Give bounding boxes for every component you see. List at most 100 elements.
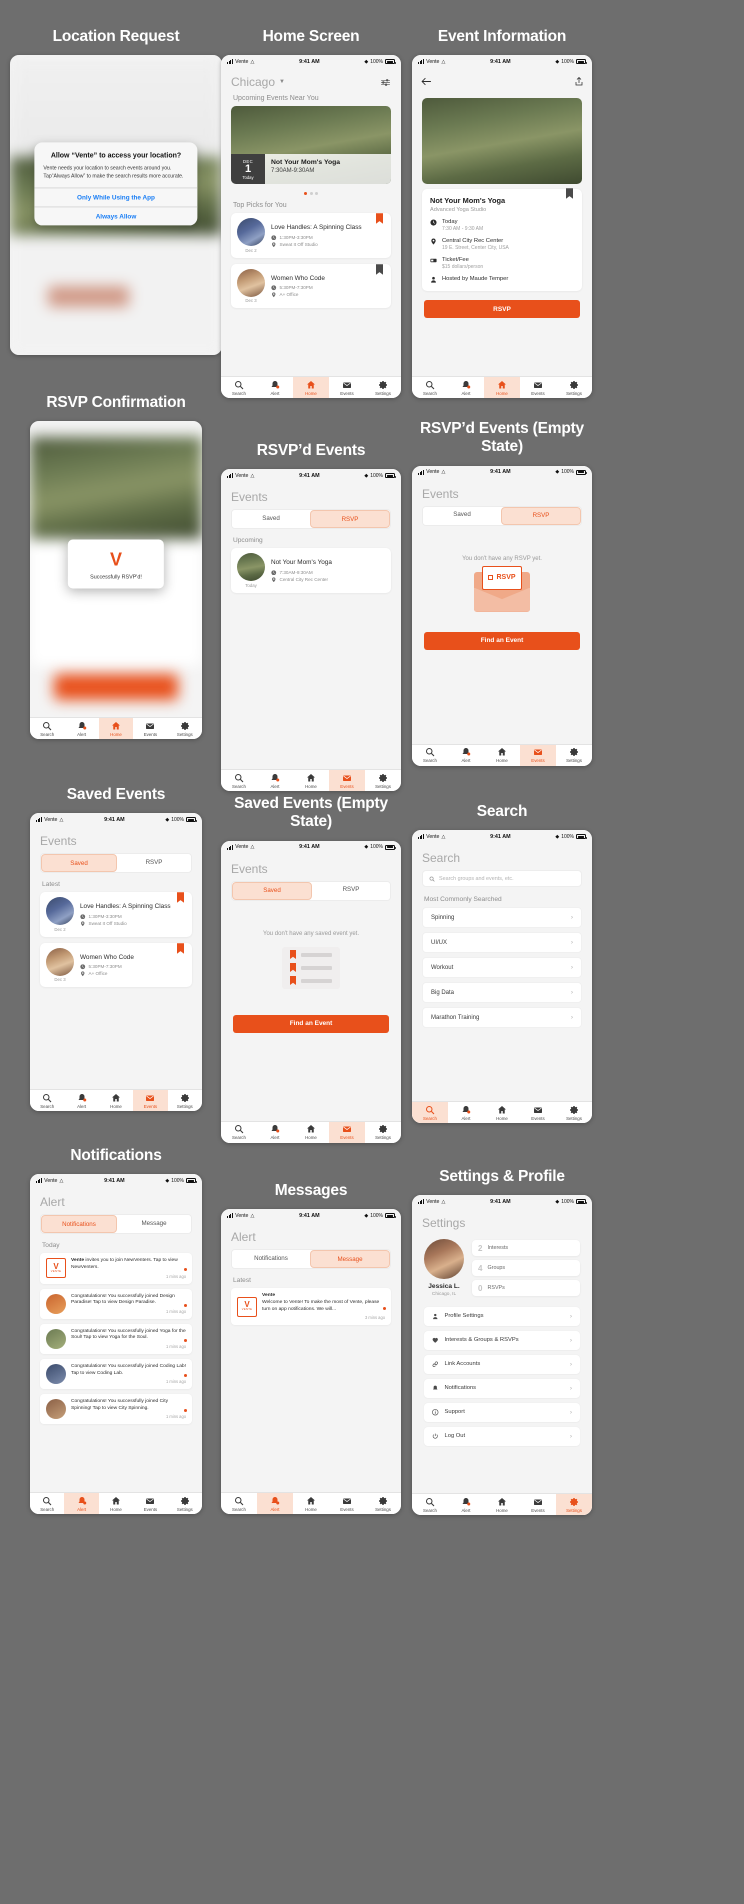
rsvpd-event-card[interactable]: Today Not Your Mom's Yoga 7:30AM-9:30AM …: [231, 548, 391, 593]
tab-search[interactable]: Search: [30, 718, 64, 739]
search-suggestion-uiux[interactable]: UI/UX ›: [422, 932, 582, 954]
tab-events[interactable]: Events: [520, 1494, 556, 1515]
notification-item[interactable]: Congratulations! You successfully joined…: [40, 1358, 192, 1390]
search-input[interactable]: Search groups and events, etc.: [422, 870, 582, 888]
tab-search[interactable]: Search: [30, 1090, 64, 1111]
settings-row-interests[interactable]: Interests & Groups & RSVPs ›: [424, 1330, 580, 1350]
segment-saved[interactable]: Saved: [41, 854, 117, 873]
saved-event-card-women-who-code[interactable]: Dec 3 Women Who Code 5:30PM-7:30PM A+ Of…: [40, 942, 192, 988]
tab-events[interactable]: Events: [329, 1493, 365, 1514]
segment-rsvp[interactable]: RSVP: [501, 506, 581, 525]
tab-settings[interactable]: Settings: [168, 1090, 202, 1111]
settings-row-profile[interactable]: Profile Settings ›: [424, 1306, 580, 1326]
search-suggestion-marathon[interactable]: Marathon Training ›: [422, 1007, 582, 1029]
tab-home[interactable]: Home: [99, 1493, 133, 1514]
tab-events[interactable]: Events: [133, 1493, 167, 1514]
tab-settings[interactable]: Settings: [365, 1122, 401, 1143]
events-segmented-control[interactable]: Saved RSVP: [231, 880, 391, 901]
segment-notifications[interactable]: Notifications: [41, 1215, 117, 1234]
tab-events[interactable]: Events: [520, 744, 556, 766]
tab-home[interactable]: Home: [98, 718, 134, 740]
bottom-tab-bar[interactable]: Search Alert Home Events Settings: [30, 1492, 202, 1515]
event-card-love-handles[interactable]: Dec 2 Love Handles: A Spinning Class 1:3…: [231, 213, 391, 258]
bookmark-icon[interactable]: [177, 943, 184, 954]
tab-search[interactable]: Search: [412, 1494, 448, 1515]
tab-search[interactable]: Search: [412, 745, 448, 766]
tab-settings[interactable]: Settings: [365, 1493, 401, 1514]
bookmark-icon[interactable]: [177, 892, 184, 904]
tab-home[interactable]: Home: [293, 770, 329, 791]
tab-settings[interactable]: Settings: [365, 377, 401, 398]
notification-item[interactable]: Congratulations! You successfully joined…: [40, 1323, 192, 1354]
tab-home[interactable]: Home: [293, 377, 329, 399]
bottom-tab-bar[interactable]: Search Alert Home Events Settings: [221, 376, 401, 399]
events-segmented-control[interactable]: Saved RSVP: [422, 505, 582, 526]
tab-alert[interactable]: Alert: [448, 745, 484, 766]
segment-rsvp[interactable]: RSVP: [310, 510, 390, 529]
tab-events[interactable]: Events: [133, 718, 167, 739]
tab-search[interactable]: Search: [412, 1102, 448, 1124]
message-item[interactable]: V VENTE Vente Welcome to Vente! To make t…: [231, 1288, 391, 1326]
bottom-tab-bar[interactable]: Search Alert Home Events Settings: [221, 1492, 401, 1515]
stat-groups[interactable]: 4 Groups: [472, 1260, 580, 1277]
tab-alert[interactable]: Alert: [448, 377, 484, 398]
segment-rsvp[interactable]: RSVP: [312, 881, 390, 900]
search-suggestion-workout[interactable]: Workout ›: [422, 957, 582, 979]
bottom-tab-bar[interactable]: Search Alert Home Events Settings: [412, 1493, 592, 1516]
tab-settings[interactable]: Settings: [365, 770, 401, 791]
alert-segmented-control[interactable]: Notifications Message: [40, 1214, 192, 1235]
tab-home[interactable]: Home: [293, 1493, 329, 1514]
event-card-women-who-code[interactable]: Dec 3 Women Who Code 5:30PM-7:30PM A+ Of…: [231, 263, 391, 309]
carousel-dots[interactable]: [221, 188, 401, 202]
segment-saved[interactable]: Saved: [232, 881, 312, 900]
tab-home[interactable]: Home: [484, 745, 520, 766]
tab-home[interactable]: Home: [484, 1102, 520, 1123]
always-allow-button[interactable]: Always Allow: [34, 206, 198, 226]
search-suggestion-spinning[interactable]: Spinning ›: [422, 907, 582, 929]
avatar[interactable]: [424, 1239, 464, 1280]
tab-search[interactable]: Search: [221, 1122, 257, 1143]
hero-event-card[interactable]: DEC 1 Today Not Your Mom's Yoga 7:30AM-9…: [231, 106, 391, 185]
segment-saved[interactable]: Saved: [423, 506, 501, 525]
settings-row-link-accounts[interactable]: Link Accounts ›: [424, 1354, 580, 1374]
settings-row-support[interactable]: Support ›: [424, 1402, 580, 1422]
filter-icon[interactable]: [380, 77, 391, 88]
bottom-tab-bar[interactable]: Search Alert Home Events Settings: [221, 1120, 401, 1143]
tab-events[interactable]: Events: [520, 377, 556, 398]
share-icon[interactable]: [575, 73, 583, 91]
tab-home[interactable]: Home: [99, 1090, 133, 1111]
tab-events[interactable]: Events: [329, 1121, 365, 1143]
tab-alert[interactable]: Alert: [64, 718, 98, 739]
tab-settings[interactable]: Settings: [556, 745, 592, 766]
back-icon[interactable]: [421, 73, 432, 91]
tab-settings[interactable]: Settings: [168, 1493, 202, 1514]
tab-search[interactable]: Search: [221, 1493, 257, 1514]
city-selector[interactable]: Chicago ▼: [221, 68, 401, 95]
tab-settings[interactable]: Settings: [556, 1494, 592, 1516]
tab-search[interactable]: Search: [221, 770, 257, 791]
stat-rsvps[interactable]: 0 RSVPs: [472, 1280, 580, 1297]
tab-alert[interactable]: Alert: [257, 1493, 293, 1515]
segment-message[interactable]: Message: [117, 1215, 191, 1234]
bottom-tab-bar[interactable]: Search Alert Home Events Settings: [412, 743, 592, 766]
tab-alert[interactable]: Alert: [64, 1090, 98, 1111]
bottom-tab-bar[interactable]: Search Alert Home Events Settings: [30, 717, 202, 740]
tab-home[interactable]: Home: [484, 1494, 520, 1515]
tab-settings[interactable]: Settings: [168, 718, 202, 739]
segment-saved[interactable]: Saved: [232, 510, 310, 529]
bottom-tab-bar[interactable]: Search Alert Home Events Settings: [30, 1089, 202, 1112]
notification-item[interactable]: V VENTE Vente invites you to join NewVent…: [40, 1253, 192, 1284]
bottom-tab-bar[interactable]: Search Alert Home Events Settings: [412, 376, 592, 399]
segment-message[interactable]: Message: [310, 1250, 390, 1269]
tab-settings[interactable]: Settings: [556, 1102, 592, 1123]
bottom-tab-bar[interactable]: Search Alert Home Events Settings: [221, 769, 401, 792]
notification-item[interactable]: Congratulations! You successfully joined…: [40, 1288, 192, 1319]
tab-alert[interactable]: Alert: [448, 1102, 484, 1123]
settings-row-notifications[interactable]: Notifications ›: [424, 1378, 580, 1398]
bookmark-icon[interactable]: [376, 264, 383, 275]
tab-search[interactable]: Search: [30, 1493, 64, 1514]
tab-events[interactable]: Events: [520, 1102, 556, 1123]
tab-alert[interactable]: Alert: [257, 770, 293, 791]
events-segmented-control[interactable]: Saved RSVP: [231, 509, 391, 530]
tab-alert[interactable]: Alert: [257, 1122, 293, 1143]
